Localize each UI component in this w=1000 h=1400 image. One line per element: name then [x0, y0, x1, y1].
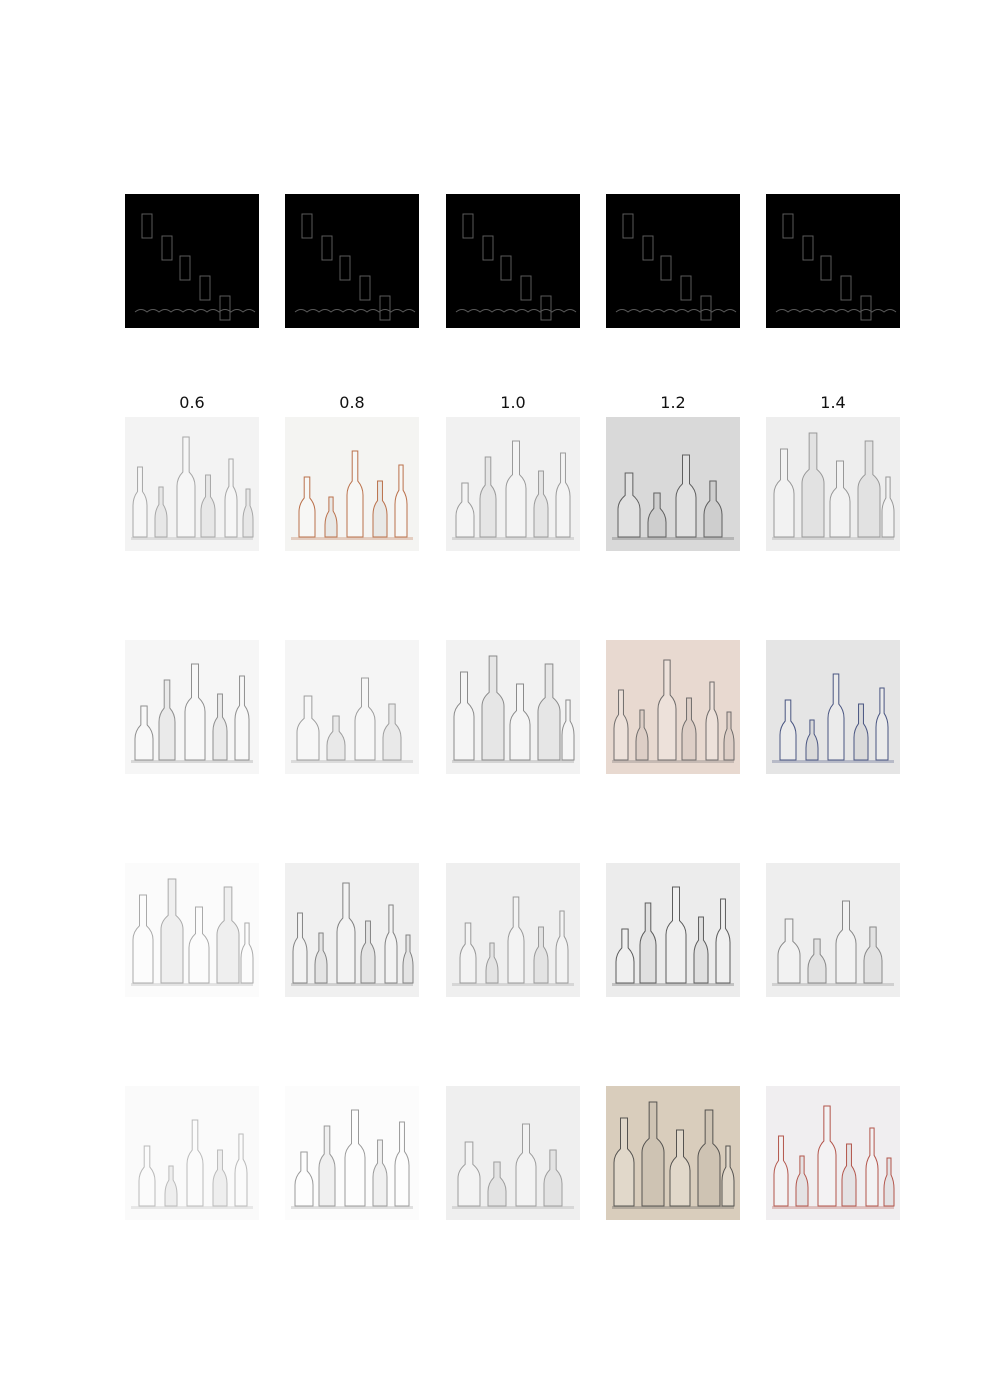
edge-map-image	[446, 194, 580, 328]
generated-sketch-image	[766, 640, 900, 774]
generated-sketch-image	[606, 417, 740, 551]
generated-sketch-image	[285, 1086, 419, 1220]
generated-sketch-image	[766, 417, 900, 551]
generated-sketch-image	[606, 640, 740, 774]
column-label-1.0: 1.0	[500, 393, 526, 412]
generated-sketch-image	[125, 863, 259, 997]
generated-sketch-image	[125, 417, 259, 551]
column-label-1.4: 1.4	[820, 393, 846, 412]
generated-sketch-image	[606, 863, 740, 997]
column-label-0.8: 0.8	[339, 393, 365, 412]
generated-sketch-image	[285, 417, 419, 551]
generated-sketch-image	[446, 640, 580, 774]
edge-map-image	[606, 194, 740, 328]
column-label-1.2: 1.2	[660, 393, 686, 412]
column-label-0.6: 0.6	[179, 393, 205, 412]
generated-sketch-image	[606, 1086, 740, 1220]
edge-map-image	[285, 194, 419, 328]
generated-sketch-image	[446, 863, 580, 997]
edge-map-image	[125, 194, 259, 328]
generated-sketch-image	[285, 640, 419, 774]
generated-sketch-image	[285, 863, 419, 997]
generated-sketch-image	[125, 1086, 259, 1220]
generated-sketch-image	[446, 417, 580, 551]
generated-sketch-image	[766, 1086, 900, 1220]
generated-sketch-image	[766, 863, 900, 997]
generated-sketch-image	[446, 1086, 580, 1220]
generated-sketch-image	[125, 640, 259, 774]
edge-map-image	[766, 194, 900, 328]
